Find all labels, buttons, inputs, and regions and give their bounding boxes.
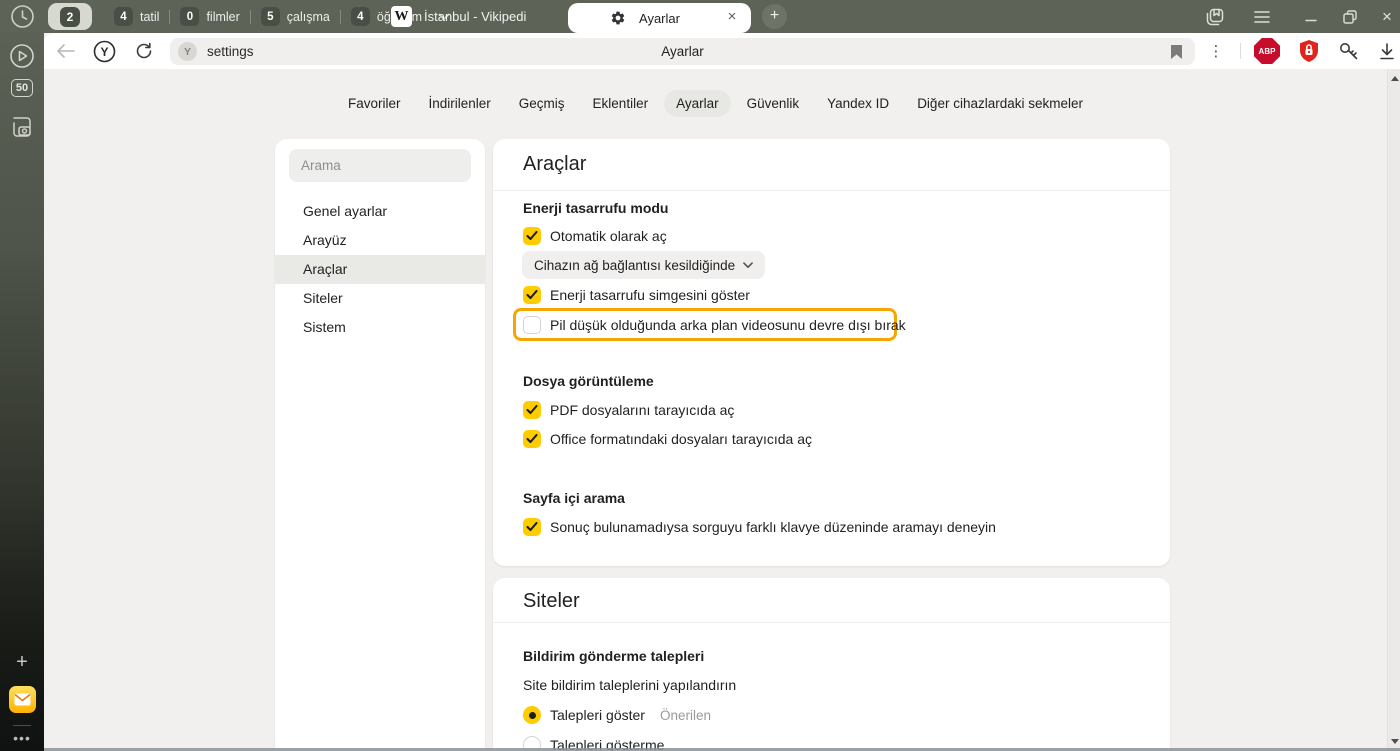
divider [1240,43,1241,59]
browser-menu-icon[interactable] [1245,0,1279,33]
screenshot-icon[interactable] [0,115,44,139]
notifications-heading: Bildirim gönderme talepleri [523,648,704,664]
energy-condition-dropdown[interactable]: Cihazın ağ bağlantısı kesildiğinde [522,251,765,279]
tools-section-card: Araçlar Enerji tasarrufu modu Otomatik o… [493,139,1170,566]
downloads-icon[interactable] [1370,33,1400,69]
protect-shield-icon[interactable] [1292,33,1326,69]
find-heading: Sayfa içi arama [523,490,625,506]
nav-indirilenler[interactable]: İndirilenler [417,90,503,117]
window-minimize-button[interactable] [1294,0,1328,33]
window-close-button[interactable]: × [1370,0,1400,33]
browser-window: 2 4 tatil 0 filmler 5 çalışma 4 öğrenim [0,0,1400,751]
menu-siteler[interactable]: Siteler [275,284,485,313]
nav-favoriler[interactable]: Favoriler [336,90,413,117]
tab-istanbul-vikipedi[interactable]: W İstanbul - Vikipedi [391,4,526,29]
files-heading: Dosya görüntüleme [523,373,654,389]
page-title: Ayarlar [170,44,1195,59]
yandex-home-button[interactable]: Y [90,33,118,69]
sites-section-card: Siteler Bildirim gönderme talepleri Site… [493,578,1170,751]
window-restore-button[interactable] [1333,0,1367,33]
yandex-mail-icon[interactable] [0,686,44,713]
menu-araclar[interactable]: Araçlar [275,255,485,284]
svg-text:Y: Y [100,45,108,59]
nav-ayarlar[interactable]: Ayarlar [664,90,731,117]
new-tab-button[interactable]: + [762,4,787,29]
tab-group-calisma[interactable]: 5 çalışma [251,7,340,26]
counter-badge[interactable]: 50 [0,79,44,97]
page-scrollbar[interactable] [1387,69,1400,751]
checkbox-office[interactable] [523,430,541,448]
checkbox-keyboard-layout[interactable] [523,518,541,536]
menu-sistem[interactable]: Sistem [275,313,485,342]
left-sidebar: 50 + ••• [0,33,44,751]
gear-icon [610,10,626,26]
nav-guvenlik[interactable]: Güvenlik [735,90,812,117]
bookmark-icon[interactable] [1170,44,1183,60]
adblock-plus-extension-icon[interactable]: ABP [1250,33,1284,69]
checkbox-battery-video[interactable] [523,316,541,334]
back-button[interactable] [52,33,80,69]
settings-nav: Favoriler İndirilenler Geçmiş Eklentiler… [44,90,1387,117]
auto-on-row: Otomatik olarak aç [523,226,667,246]
nav-gecmis[interactable]: Geçmiş [507,90,577,117]
show-icon-row: Enerji tasarrufu simgesini göster [523,285,750,305]
tab-ayarlar-active[interactable]: Ayarlar × [568,3,751,33]
settings-menu-list: Genel ayarlar Arayüz Araçlar Siteler Sis… [275,197,485,342]
pdf-row: PDF dosyalarını tarayıcıda aç [523,400,734,420]
divider [13,725,31,726]
history-clock-icon[interactable] [10,4,35,29]
energy-heading: Enerji tasarrufu modu [523,200,668,216]
add-panel-plus-icon[interactable]: + [0,651,44,674]
checkbox-pdf[interactable] [523,401,541,419]
tab-close-icon[interactable]: × [723,8,741,26]
side-panel-icon[interactable] [1198,0,1232,33]
password-manager-key-icon[interactable] [1332,33,1366,69]
nav-eklentiler[interactable]: Eklentiler [581,90,661,117]
tab-group-count: 2 [60,7,80,27]
tab-group-tatil[interactable]: 4 tatil [104,7,169,26]
radio-show-row: Talepleri göster Önerilen [523,705,711,725]
menu-arayuz[interactable]: Arayüz [275,226,485,255]
address-bar[interactable]: Y settings Ayarlar [170,38,1195,65]
recommended-badge: Önerilen [660,708,711,723]
settings-menu-panel: Genel ayarlar Arayüz Araçlar Siteler Sis… [275,139,485,751]
nav-diger-cihazlar[interactable]: Diğer cihazlardaki sekmeler [905,90,1095,117]
refresh-button[interactable] [130,33,158,69]
settings-search-input[interactable] [289,149,471,182]
notifications-subtext: Site bildirim taleplerini yapılandırın [523,677,736,693]
divider [493,190,1170,191]
tab-group-filmler[interactable]: 0 filmler [170,7,249,26]
wikipedia-favicon: W [391,6,412,27]
radio-show-requests[interactable] [523,706,541,724]
tab-strip: 2 4 tatil 0 filmler 5 çalışma 4 öğrenim [0,0,1400,33]
more-panels-icon[interactable]: ••• [0,730,44,746]
section-title: Siteler [523,590,580,613]
tab-title: İstanbul - Vikipedi [424,9,526,24]
office-row: Office formatındaki dosyaları tarayıcıda… [523,429,812,449]
checkbox-auto-on[interactable] [523,227,541,245]
chevron-down-icon [743,262,753,269]
browser-toolbar: Y Y settings Ayarlar ⋮ ABP [44,33,1400,69]
toolbar-more-icon[interactable]: ⋮ [1204,33,1228,69]
section-title: Araçlar [523,153,586,176]
scroll-up-arrow[interactable] [1391,76,1399,81]
settings-page: Favoriler İndirilenler Geçmiş Eklentiler… [44,69,1400,751]
menu-genel-ayarlar[interactable]: Genel ayarlar [275,197,485,226]
video-play-icon[interactable] [0,43,44,69]
scroll-down-arrow[interactable] [1391,739,1399,744]
checkbox-show-energy-icon[interactable] [523,286,541,304]
keyboard-layout-row: Sonuç bulunamadıysa sorguyu farklı klavy… [523,517,996,537]
highlighted-setting-box: Pil düşük olduğunda arka plan videosunu … [513,308,897,341]
tab-group-active[interactable]: 2 [48,3,92,30]
divider [493,622,1170,623]
nav-yandex-id[interactable]: Yandex ID [815,90,901,117]
